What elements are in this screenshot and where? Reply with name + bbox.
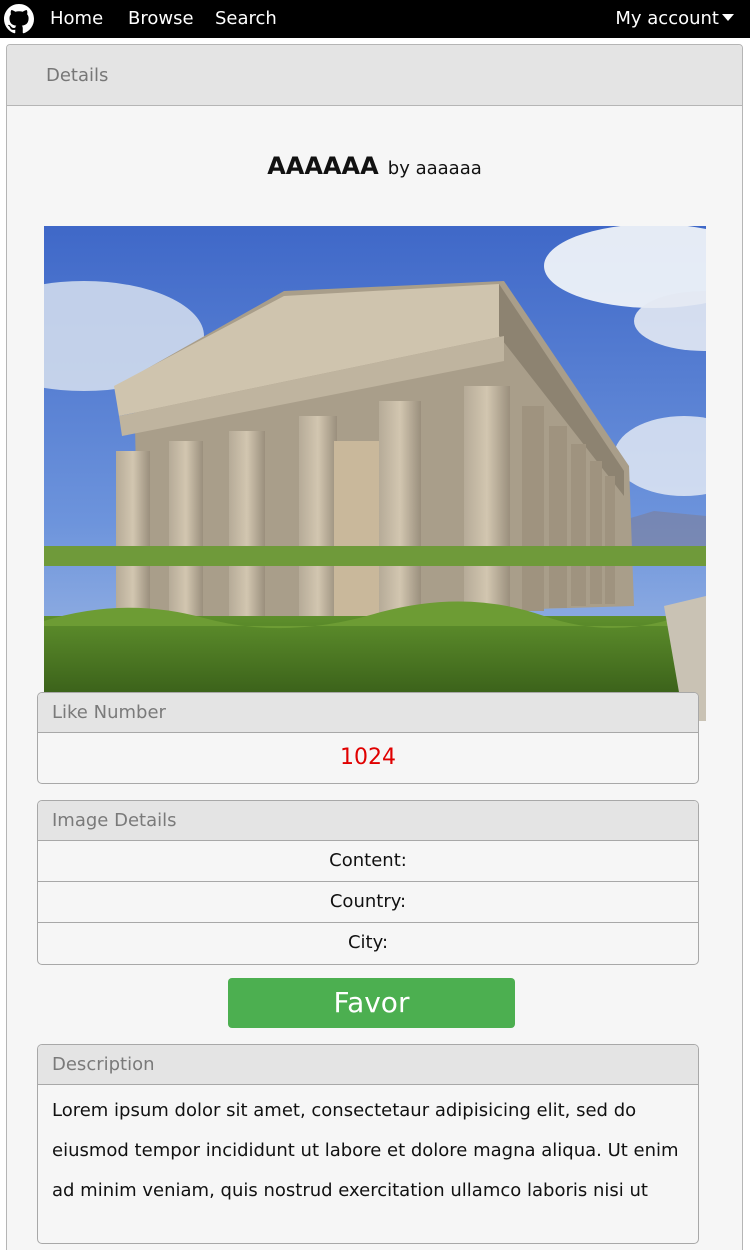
favor-button[interactable]: Favor: [228, 978, 515, 1028]
like-count: 1024: [340, 745, 396, 770]
my-account-label: My account: [615, 8, 719, 29]
artwork-author: by aaaaaa: [387, 158, 482, 179]
detail-country: Country:: [38, 882, 698, 923]
artwork-title-line: AAAAAA by aaaaaa: [7, 152, 742, 180]
github-icon[interactable]: [4, 4, 34, 34]
temple-photo: [44, 226, 706, 721]
like-number-header: Like Number: [38, 693, 698, 733]
detail-city: City:: [347, 932, 389, 953]
image-details-header: Image Details: [38, 801, 698, 841]
artwork-image: [44, 226, 706, 721]
detail-content: Content:: [38, 841, 698, 882]
description-header: Description: [38, 1045, 698, 1085]
like-number-panel: Like Number 1024: [37, 692, 699, 784]
nav-browse-link[interactable]: Browse: [128, 8, 194, 29]
artwork-title: AAAAAA: [267, 152, 379, 180]
description-text: Lorem ipsum dolor sit amet, consectetaur…: [52, 1100, 679, 1201]
image-details-panel: Image Details Content: Country: City:: [37, 800, 699, 965]
top-navbar: Home Browse Search My account: [0, 0, 750, 38]
description-panel: Description Lorem ipsum dolor sit amet, …: [37, 1044, 699, 1244]
caret-down-icon: [722, 14, 734, 21]
details-panel-header: Details: [7, 45, 742, 106]
my-account-dropdown[interactable]: My account: [615, 8, 734, 29]
nav-search-link[interactable]: Search: [215, 8, 277, 29]
nav-home-link[interactable]: Home: [50, 8, 103, 29]
